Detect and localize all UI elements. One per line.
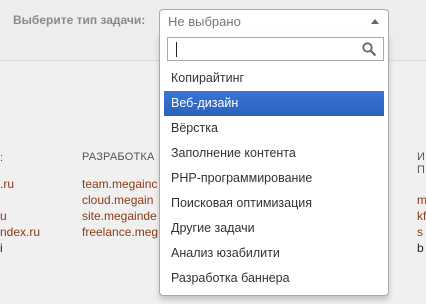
footer-link[interactable]: m [417, 192, 426, 208]
dropdown-options-list: Копирайтинг Веб-дизайн Вёрстка Заполнени… [164, 66, 384, 291]
footer-link[interactable]: b [417, 240, 426, 256]
footer-link[interactable]: u [0, 208, 40, 224]
option-seo[interactable]: Поисковая оптимизация [164, 191, 384, 216]
dropdown-search-input[interactable] [167, 37, 384, 61]
footer-link[interactable]: kf [417, 208, 426, 224]
task-type-label: Выберите тип задачи: [13, 13, 146, 27]
option-banner[interactable]: Разработка баннера [164, 266, 384, 291]
footer-link[interactable]: i [0, 240, 40, 256]
option-other[interactable]: Другие задачи [164, 216, 384, 241]
footer-col3-links: m kf s b [417, 192, 426, 256]
footer-col2-links: team.megainc cloud.megain site.megainde … [82, 176, 158, 240]
footer-link[interactable]: s [417, 224, 426, 240]
footer-col3-head-1: И [417, 151, 426, 163]
footer-link[interactable]: .ru [0, 176, 40, 192]
footer-link[interactable] [0, 192, 40, 208]
footer-link[interactable]: ndex.ru [0, 224, 40, 240]
task-type-dropdown: Копирайтинг Веб-дизайн Вёрстка Заполнени… [159, 33, 389, 296]
footer-col1-links: .ru u ndex.ru i [0, 176, 40, 256]
option-markup[interactable]: Вёрстка [164, 116, 384, 141]
footer-link[interactable]: team.megainc [82, 176, 158, 192]
search-icon [362, 42, 376, 56]
text-caret [176, 42, 177, 57]
option-copywriting[interactable]: Копирайтинг [164, 66, 384, 91]
footer-col2-head: РАЗРАБОТКА [82, 151, 155, 163]
task-type-select[interactable]: Не выбрано [159, 9, 389, 34]
footer-col3-head-2: П [417, 164, 426, 176]
option-content-filling[interactable]: Заполнение контента [164, 141, 384, 166]
option-usability[interactable]: Анализ юзабилити [164, 241, 384, 266]
select-current-value: Не выбрано [168, 14, 241, 29]
footer-link[interactable]: cloud.megain [82, 192, 158, 208]
footer-link[interactable]: site.megainde [82, 208, 158, 224]
footer-link[interactable]: freelance.meg [82, 224, 158, 240]
option-web-design[interactable]: Веб-дизайн [164, 91, 384, 116]
chevron-up-icon [371, 19, 379, 24]
footer-col1-head: : [0, 152, 4, 164]
option-php[interactable]: PHP-программирование [164, 166, 384, 191]
